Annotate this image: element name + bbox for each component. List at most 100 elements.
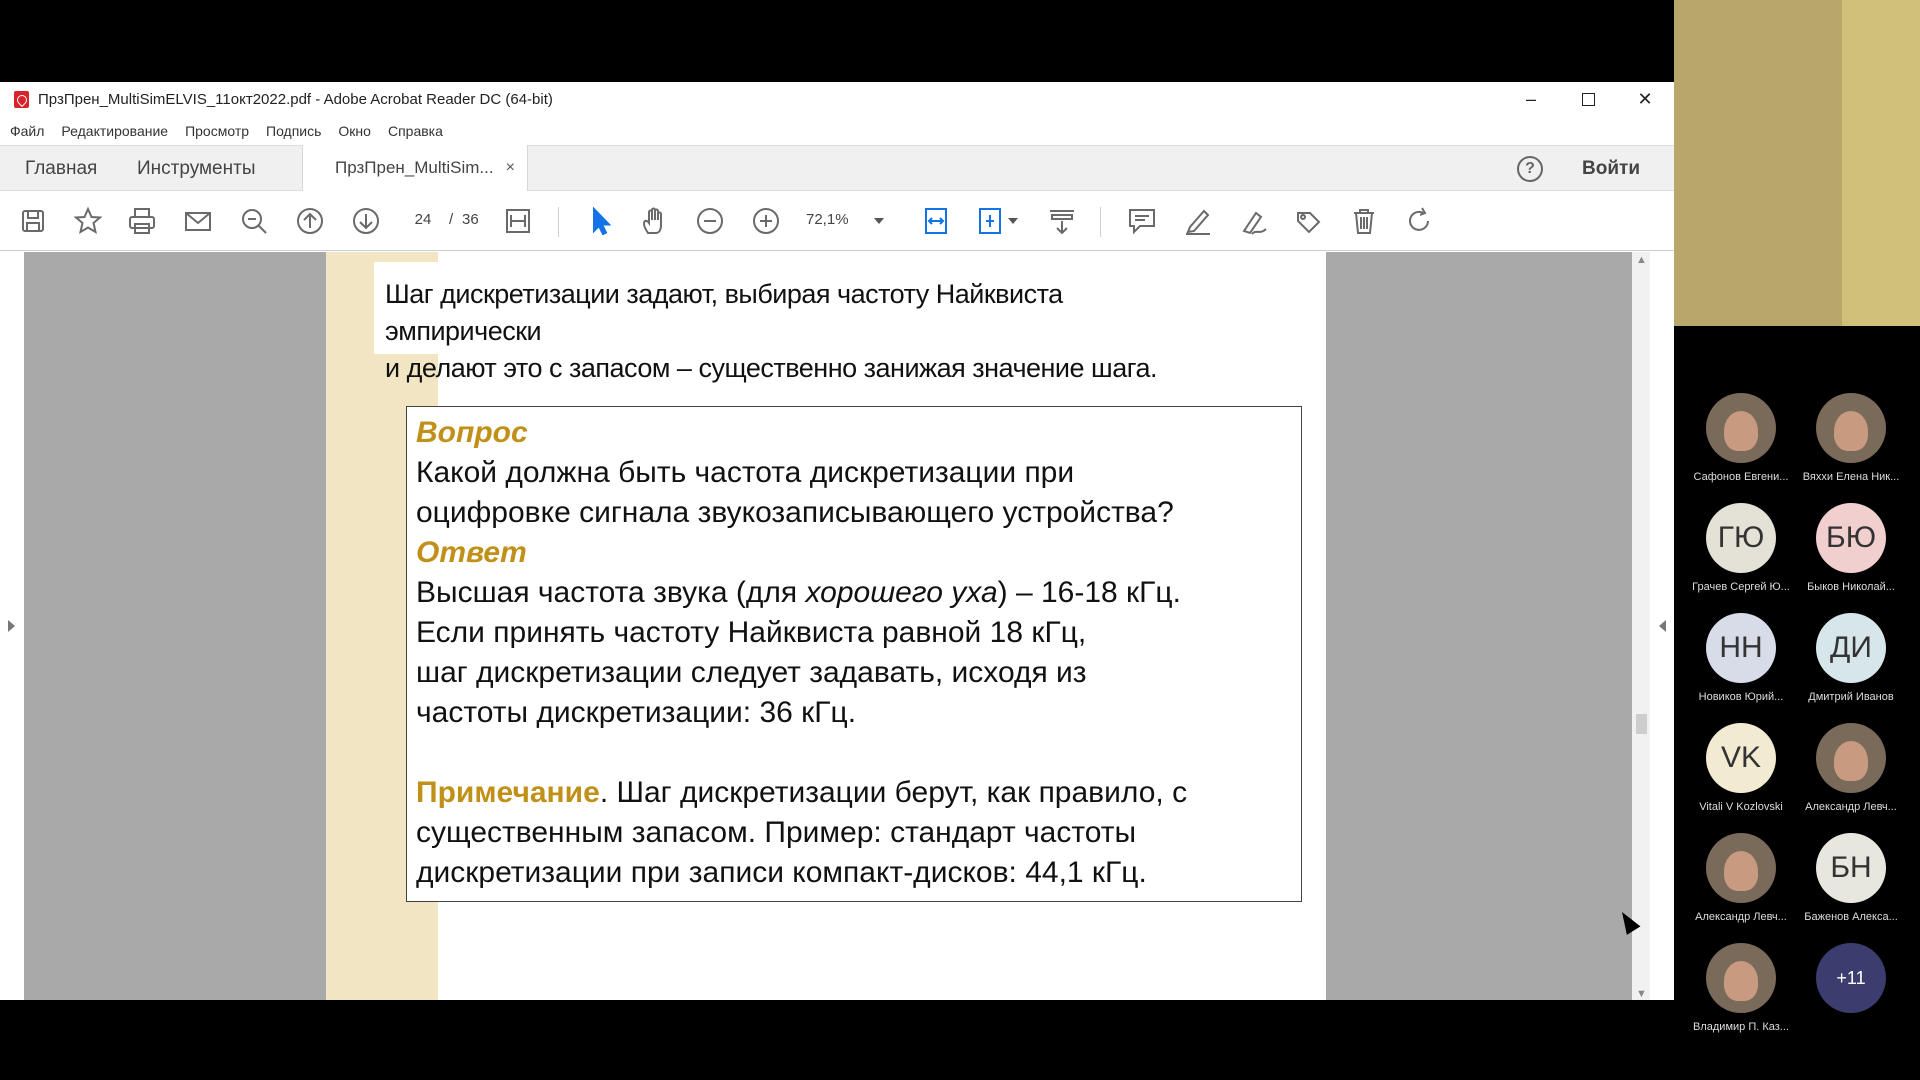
answer-line: частоты дискретизации: 36 кГц. — [416, 696, 857, 729]
participant-tile[interactable]: ГЮ Грачев Сергей Ю... — [1686, 503, 1796, 593]
page-total: 36 — [462, 211, 479, 228]
scroll-down-icon[interactable]: ▼ — [1636, 988, 1647, 1000]
document-area: Шаг дискретизации задают, выбирая частот… — [0, 252, 1674, 1000]
delete-icon[interactable] — [1348, 205, 1380, 237]
participant-tile[interactable]: НН Новиков Юрий... — [1686, 613, 1796, 703]
intro-line: Шаг дискретизации задают, выбирая частот… — [385, 279, 1063, 346]
participant-tile[interactable]: БН Баженов Алекса... — [1796, 833, 1906, 923]
avatar — [1706, 943, 1776, 1013]
participant-tile[interactable]: Владимир П. Каз... — [1686, 943, 1796, 1033]
answer-heading: Ответ — [416, 536, 527, 569]
search-icon[interactable] — [238, 205, 270, 237]
sign-icon[interactable] — [1238, 205, 1270, 237]
screen: ПрзПрен_MultiSimELVIS_11окт2022.pdf - Ad… — [0, 0, 1920, 1080]
qa-box: Вопрос Какой должна быть частота дискрет… — [406, 406, 1302, 902]
participant-tile[interactable]: БЮ Быков Николай... — [1796, 503, 1906, 593]
scroll-up-icon[interactable]: ▲ — [1636, 254, 1647, 266]
window-title: ПрзПрен_MultiSimELVIS_11окт2022.pdf - Ad… — [38, 91, 553, 108]
left-panel-toggle-icon[interactable] — [8, 620, 15, 632]
toolbar-divider — [1100, 207, 1101, 237]
read-mode-icon[interactable] — [1046, 205, 1078, 237]
tab-document[interactable]: ПрзПрен_MultiSim... × — [302, 145, 528, 193]
zoom-select[interactable]: 72,1% — [806, 211, 866, 228]
participant-tile[interactable]: VK Vitali V Kozlovski — [1686, 723, 1796, 813]
participant-tile[interactable]: Вяххи Елена Ник... — [1796, 393, 1906, 483]
avatar — [1816, 393, 1886, 463]
question-line: оцифровке сигнала звукозаписывающего уст… — [416, 496, 1174, 529]
menu-edit[interactable]: Редактирование — [61, 123, 168, 139]
tab-tools[interactable]: Инструменты — [137, 146, 255, 192]
menu-help[interactable]: Справка — [388, 123, 443, 139]
menu-file[interactable]: Файл — [10, 123, 44, 139]
zoom-in-icon[interactable] — [750, 205, 782, 237]
answer-text: Высшая частота звука (для — [416, 576, 806, 609]
close-button[interactable]: ✕ — [1616, 82, 1674, 117]
highlight-icon[interactable] — [1182, 205, 1214, 237]
page-separator: / — [449, 211, 454, 228]
note-line: Примечание. Шаг дискретизации берут, как… — [416, 773, 1301, 813]
participant-name: Вяххи Елена Ник... — [1802, 471, 1900, 483]
minimize-button[interactable]: – — [1502, 82, 1560, 117]
avatar: НН — [1706, 613, 1776, 683]
close-icon: ✕ — [1637, 89, 1653, 109]
stamp-icon[interactable] — [1292, 205, 1324, 237]
page-down-icon[interactable] — [350, 205, 382, 237]
bookmark-star-icon[interactable] — [72, 205, 104, 237]
participants-panel: Сафонов Евгени... Вяххи Елена Ник... ГЮ Г… — [1674, 380, 1920, 1040]
help-icon[interactable]: ? — [1517, 156, 1543, 182]
tab-document-label: ПрзПрен_MultiSim... — [335, 158, 494, 177]
question-heading: Вопрос — [416, 416, 528, 449]
tab-home[interactable]: Главная — [25, 146, 97, 192]
menu-view[interactable]: Просмотр — [185, 123, 249, 139]
save-icon[interactable] — [17, 205, 49, 237]
participant-name: Vitali V Kozlovski — [1699, 801, 1783, 813]
participant-name: Александр Левч... — [1695, 911, 1787, 923]
avatar: ДИ — [1816, 613, 1886, 683]
maximize-button[interactable] — [1559, 82, 1617, 117]
menu-bar: Файл Редактирование Просмотр Подпись Окн… — [0, 117, 1674, 145]
toolbar-divider — [558, 207, 559, 237]
select-cursor-icon[interactable] — [584, 205, 616, 237]
tab-bar: Главная Инструменты ПрзПрен_MultiSim... … — [0, 145, 1674, 193]
fit-width-icon[interactable] — [920, 205, 952, 237]
hand-icon[interactable] — [638, 205, 670, 237]
rotate-icon[interactable] — [1404, 205, 1436, 237]
more-participants-button[interactable]: +11 — [1796, 943, 1906, 1013]
close-tab-icon[interactable]: × — [506, 145, 515, 191]
participant-tile[interactable]: Сафонов Евгени... — [1686, 393, 1796, 483]
login-button[interactable]: Войти — [1582, 146, 1640, 192]
scroll-thumb[interactable] — [1636, 714, 1647, 734]
question-line: Какой должна быть частота дискретизации … — [416, 456, 1075, 489]
participant-name: Новиков Юрий... — [1698, 691, 1784, 703]
chevron-down-icon[interactable] — [874, 218, 884, 224]
participant-name: Владимир П. Каз... — [1693, 1021, 1789, 1033]
page-up-icon[interactable] — [294, 205, 326, 237]
scroll-mode-icon[interactable] — [976, 205, 1008, 237]
page-number-input[interactable]: 24 — [400, 211, 446, 231]
answer-italic-text: хорошего уха — [805, 576, 998, 609]
menu-window[interactable]: Окно — [338, 123, 371, 139]
note-heading: Примечание — [416, 776, 600, 809]
answer-line: Если принять частоту Найквиста равной 18… — [416, 616, 1087, 649]
menu-sign[interactable]: Подпись — [266, 123, 321, 139]
vertical-scrollbar[interactable]: ▲ ▼ — [1632, 252, 1650, 1000]
comment-icon[interactable] — [1126, 205, 1158, 237]
title-bar: ПрзПрен_MultiSimELVIS_11окт2022.pdf - Ad… — [0, 82, 1674, 117]
participant-name: Баженов Алекса... — [1804, 911, 1898, 923]
fit-page-icon[interactable] — [502, 205, 534, 237]
email-icon[interactable] — [182, 205, 214, 237]
note-line: дискретизации при записи компакт-дисков:… — [416, 856, 1147, 889]
intro-line: и делают это с запасом – существенно зан… — [385, 353, 1157, 383]
participant-tile[interactable]: ДИ Дмитрий Иванов — [1796, 613, 1906, 703]
right-panel-toggle-icon[interactable] — [1659, 620, 1666, 632]
avatar: БЮ — [1816, 503, 1886, 573]
acrobat-icon — [14, 91, 29, 108]
participant-tile[interactable]: Александр Левч... — [1686, 833, 1796, 923]
zoom-out-icon[interactable] — [694, 205, 726, 237]
answer-line: Высшая частота звука (для хорошего уха) … — [416, 573, 1301, 613]
print-icon[interactable] — [126, 205, 158, 237]
chevron-down-icon[interactable] — [1008, 218, 1018, 224]
minimize-icon: – — [1525, 89, 1536, 109]
participant-tile[interactable]: Александр Левч... — [1796, 723, 1906, 813]
